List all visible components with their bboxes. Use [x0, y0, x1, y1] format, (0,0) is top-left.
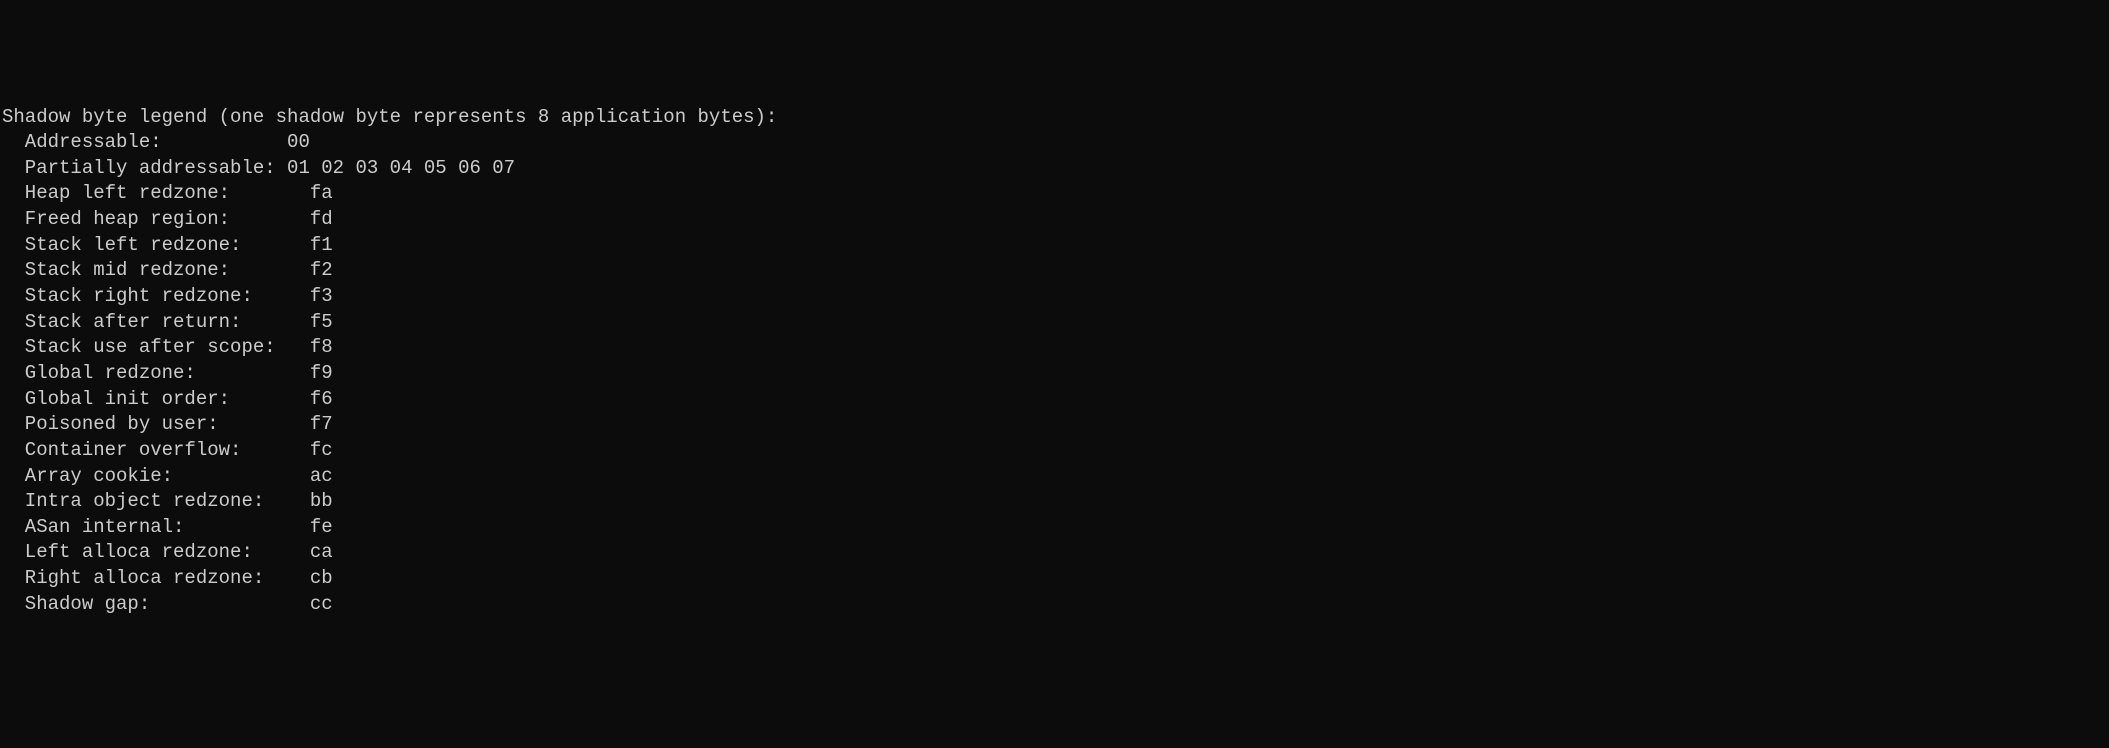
legend-entry: Stack use after scope: f8	[2, 335, 2109, 361]
legend-entry: Addressable: 00	[2, 130, 2109, 156]
legend-value: f7	[310, 413, 333, 435]
legend-label: Stack right redzone:	[2, 285, 310, 307]
legend-label: Stack mid redzone:	[2, 259, 310, 281]
legend-value: cb	[310, 567, 333, 589]
legend-label: Global init order:	[2, 388, 310, 410]
legend-entry: Freed heap region: fd	[2, 207, 2109, 233]
legend-value: f1	[310, 234, 333, 256]
legend-entry: Global redzone: f9	[2, 361, 2109, 387]
legend-entry: Poisoned by user: f7	[2, 412, 2109, 438]
legend-value: fa	[310, 182, 333, 204]
legend-label: Stack after return:	[2, 311, 310, 333]
legend-label: Shadow gap:	[2, 593, 310, 615]
legend-entry: Container overflow: fc	[2, 438, 2109, 464]
legend-label: Container overflow:	[2, 439, 310, 461]
legend-label: Heap left redzone:	[2, 182, 310, 204]
legend-entry: Array cookie: ac	[2, 464, 2109, 490]
legend-entry: Partially addressable: 01 02 03 04 05 06…	[2, 156, 2109, 182]
legend-entry: Right alloca redzone: cb	[2, 566, 2109, 592]
legend-value: f3	[310, 285, 333, 307]
legend-label: Stack left redzone:	[2, 234, 310, 256]
legend-entry: Left alloca redzone: ca	[2, 540, 2109, 566]
legend-label: Freed heap region:	[2, 208, 310, 230]
legend-value: 01 02 03 04 05 06 07	[287, 157, 515, 179]
legend-entry: Stack mid redzone: f2	[2, 258, 2109, 284]
terminal-output: Shadow byte legend (one shadow byte repr…	[0, 103, 2109, 620]
legend-entry: Shadow gap: cc	[2, 592, 2109, 618]
legend-entry: ASan internal: fe	[2, 515, 2109, 541]
legend-entry: Global init order: f6	[2, 387, 2109, 413]
legend-label: Intra object redzone:	[2, 490, 310, 512]
legend-value: ca	[310, 541, 333, 563]
legend-label: Partially addressable:	[2, 157, 287, 179]
legend-value: fd	[310, 208, 333, 230]
legend-value: f9	[310, 362, 333, 384]
legend-entry: Stack right redzone: f3	[2, 284, 2109, 310]
legend-label: Array cookie:	[2, 465, 310, 487]
legend-label: Left alloca redzone:	[2, 541, 310, 563]
legend-value: f6	[310, 388, 333, 410]
legend-value: bb	[310, 490, 333, 512]
legend-entry: Stack left redzone: f1	[2, 233, 2109, 259]
legend-entry: Stack after return: f5	[2, 310, 2109, 336]
legend-label: ASan internal:	[2, 516, 310, 538]
legend-label: Poisoned by user:	[2, 413, 310, 435]
legend-label: Global redzone:	[2, 362, 310, 384]
legend-header: Shadow byte legend (one shadow byte repr…	[2, 105, 2109, 131]
legend-label: Stack use after scope:	[2, 336, 310, 358]
legend-value: f5	[310, 311, 333, 333]
legend-label: Right alloca redzone:	[2, 567, 310, 589]
legend-value: fe	[310, 516, 333, 538]
legend-value: f8	[310, 336, 333, 358]
legend-entry: Heap left redzone: fa	[2, 181, 2109, 207]
legend-value: f2	[310, 259, 333, 281]
legend-value: cc	[310, 593, 333, 615]
legend-value: 00	[287, 131, 310, 153]
legend-value: ac	[310, 465, 333, 487]
legend-entry: Intra object redzone: bb	[2, 489, 2109, 515]
legend-label: Addressable:	[2, 131, 287, 153]
legend-value: fc	[310, 439, 333, 461]
